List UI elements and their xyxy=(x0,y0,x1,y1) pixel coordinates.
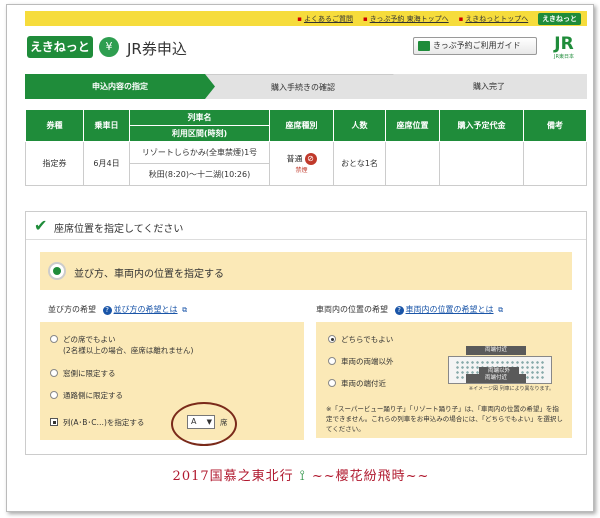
caption-left: 2017国慕之東北行 xyxy=(172,469,294,484)
car-option-ends-label: 車両の端付近 xyxy=(341,379,386,388)
external-link-icon: ⧉ xyxy=(498,306,504,314)
step-confirm: 購入手続きの確認 xyxy=(203,74,403,99)
jr-logo: JR JR東日本 xyxy=(545,35,583,65)
money-bag-icon: ¥ xyxy=(99,37,119,57)
seat-panel-title: 座席位置を指定してください xyxy=(54,224,184,235)
seat-panel-header: ✔ 座席位置を指定してください xyxy=(26,212,586,240)
jr-logo-sub: JR東日本 xyxy=(554,54,574,60)
car-option-not-ends[interactable]: 車両の両端以外 xyxy=(328,356,394,367)
radio-aisle[interactable] xyxy=(50,391,58,399)
page-header: えきねっと ¥ JR券申込 きっぷ予約ご利用ガイド JR JR東日本 xyxy=(25,33,587,67)
car-position-title: 車両内の位置の希望 xyxy=(316,305,388,314)
col-people: 人数 xyxy=(333,109,386,142)
radio-window[interactable] xyxy=(50,369,58,377)
car-position-heading: 車両内の位置の希望 車両内の位置の希望とは ⧉ xyxy=(316,304,503,315)
arrangement-option-column[interactable]: 列(A･B･C…)を指定する xyxy=(50,417,144,428)
cell-seat-type: 普通 ⊘ 禁煙 xyxy=(269,141,334,186)
car-position-options: どちらでもよい 車両の両端以外 車両の端付近 両端付近 両端以外 両端付近 ※イ… xyxy=(316,322,572,438)
arrangement-options: どの席でもよい (2名様以上の場合、座席は離れません) 窓側に限定する 通路側に限… xyxy=(40,322,304,446)
radio-car-any[interactable] xyxy=(328,335,336,343)
option-aisle-label: 通路側に限定する xyxy=(63,391,123,400)
col-date: 乗車日 xyxy=(83,109,130,142)
no-smoking-icon: ⊘ xyxy=(304,153,317,165)
col-remarks: 備考 xyxy=(523,109,587,142)
arrangement-option-any[interactable]: どの席でもよい (2名様以上の場合、座席は離れません) xyxy=(50,334,193,356)
col-section: 利用区間(時刻) xyxy=(129,125,270,142)
car-position-note: ※「スーパービュー踊り子」「リゾート踊り子」は、「車両内の位置の希望」を指定でき… xyxy=(326,405,563,433)
photo-caption: 2017国慕之東北行 ⟟ ~~櫻花紛飛時~~ xyxy=(7,465,593,484)
ticket-table: 券種 乗車日 列車名 座席種別 人数 座席位置 購入予定代金 備考 利用区間(時… xyxy=(25,109,587,186)
radio-car-ends[interactable] xyxy=(328,379,336,387)
progress-steps: 申込内容の指定 購入手続きの確認 購入完了 xyxy=(25,74,587,99)
col-price: 購入予定代金 xyxy=(439,109,524,142)
step-complete: 購入完了 xyxy=(391,74,587,99)
arrangement-title: 並び方の希望 xyxy=(48,305,96,314)
specify-position-label: 並び方、車両内の位置を指定する xyxy=(74,269,224,280)
arrangement-option-window[interactable]: 窓側に限定する xyxy=(50,368,116,379)
check-icon: ✔ xyxy=(34,216,48,235)
ekinet-mini-logo[interactable]: えきねっと xyxy=(538,13,581,25)
car-position-help-link[interactable]: 車両内の位置の希望とは xyxy=(395,305,494,314)
ekinet-top-link[interactable]: えきねっとトップへ xyxy=(459,14,528,24)
seat-position-panel: ✔ 座席位置を指定してください 並び方、車両内の位置を指定する 並び方の希望 並… xyxy=(25,211,587,455)
table-row: 指定券 6月4日 リゾートしらかみ(全車禁煙)1号 普通 ⊘ 禁煙 おとな1名 xyxy=(25,141,587,186)
ticket-top-link[interactable]: きっぷ予約 東海トップへ xyxy=(363,14,449,24)
step-specify: 申込内容の指定 xyxy=(25,74,215,99)
radio-any[interactable] xyxy=(50,335,58,343)
cell-people: おとな1名 xyxy=(333,141,386,186)
external-link-icon: ⧉ xyxy=(182,306,188,314)
specify-position-option[interactable]: 並び方、車両内の位置を指定する xyxy=(40,252,572,290)
seat-type-label: 普通 xyxy=(286,154,303,164)
option-window-label: 窓側に限定する xyxy=(63,369,116,378)
diagram-label-bottom: 両端付近 xyxy=(466,374,526,383)
caption-right: ~~櫻花紛飛時~~ xyxy=(311,469,430,484)
faq-link[interactable]: よくあるご質問 xyxy=(297,14,353,24)
col-ticket-type: 券種 xyxy=(25,109,84,142)
arrangement-option-aisle[interactable]: 通路側に限定する xyxy=(50,390,123,401)
col-seat-position: 座席位置 xyxy=(385,109,440,142)
arrangement-help-link[interactable]: 並び方の希望とは xyxy=(103,305,178,314)
top-utility-bar: よくあるご質問 きっぷ予約 東海トップへ えきねっとトップへ えきねっと xyxy=(25,11,587,26)
column-checkbox[interactable] xyxy=(50,418,58,426)
car-seat-diagram: 両端付近 両端以外 両端付近 ※イメージ図 列車により異なります。 xyxy=(444,346,556,402)
guide-button-label: きっぷ予約ご利用ガイド xyxy=(433,41,521,50)
caption-divider-icon: ⟟ xyxy=(299,468,306,484)
cell-remarks xyxy=(523,141,587,186)
cell-price xyxy=(439,141,524,186)
car-option-ends[interactable]: 車両の端付近 xyxy=(328,378,386,389)
col-seat-type: 座席種別 xyxy=(269,109,334,142)
guide-button[interactable]: きっぷ予約ご利用ガイド xyxy=(413,37,537,55)
hand-drawn-circle xyxy=(171,402,237,446)
cell-section: 秋田(8:20)〜十二湖(10:26) xyxy=(129,163,270,186)
cell-train-name: リゾートしらかみ(全車禁煙)1号 xyxy=(129,141,270,164)
cell-date: 6月4日 xyxy=(83,141,130,186)
ekinet-logo[interactable]: えきねっと xyxy=(27,36,93,58)
no-smoking-label: 禁煙 xyxy=(295,167,308,174)
jr-logo-mark: JR xyxy=(554,34,574,54)
car-option-any[interactable]: どちらでもよい xyxy=(328,334,393,345)
option-column-label: 列(A･B･C…)を指定する xyxy=(63,418,145,427)
guide-icon xyxy=(418,40,430,51)
page-title: JR券申込 xyxy=(127,40,187,58)
arrangement-heading: 並び方の希望 並び方の希望とは ⧉ xyxy=(48,304,187,315)
cell-ticket-type: 指定券 xyxy=(25,141,84,186)
diagram-label-top: 両端付近 xyxy=(466,346,526,355)
option-any-label: どの席でもよい (2名様以上の場合、座席は離れません) xyxy=(63,335,194,355)
radio-car-not-ends[interactable] xyxy=(328,357,336,365)
diagram-note: ※イメージ図 列車により異なります。 xyxy=(468,386,554,392)
screenshot-frame: よくあるご質問 きっぷ予約 東海トップへ えきねっとトップへ えきねっと えきね… xyxy=(6,4,594,512)
car-option-not-ends-label: 車両の両端以外 xyxy=(341,357,394,366)
col-train-name: 列車名 xyxy=(129,109,270,126)
specify-position-radio[interactable] xyxy=(48,262,66,280)
cell-seat-position xyxy=(385,141,440,186)
car-option-any-label: どちらでもよい xyxy=(341,335,394,344)
